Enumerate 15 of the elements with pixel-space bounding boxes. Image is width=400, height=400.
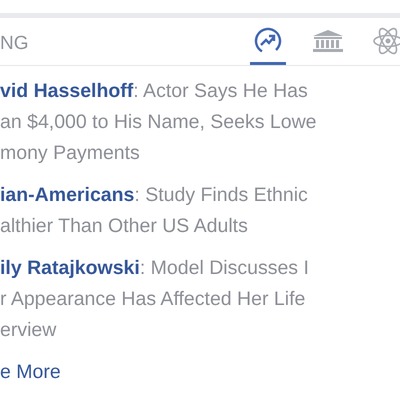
headline-line: vid Hasselhoff: Actor Says He Has [0,79,309,104]
topic-link[interactable]: vid Hasselhoff [0,80,134,102]
see-more-link[interactable]: e More [0,357,400,388]
headline-line: an $4,000 to His Name, Seeks Lowe [0,110,318,135]
headline-line: althier Than Other US Adults [0,214,249,239]
headline-line: r Appearance Has Affected Her Life [0,287,306,312]
building-icon [311,28,345,54]
headline-line: ily Ratajkowski: Model Discusses I [0,256,310,281]
topic-link[interactable]: ily Ratajkowski [0,257,140,279]
section-title: NG [0,34,28,53]
headline-line: mony Payments [0,141,141,166]
headline-line: ian-Americans: Study Finds Ethnic [0,183,309,208]
atom-icon [372,24,400,56]
headline-line: erview [0,318,58,343]
topic-link[interactable]: ian-Americans [0,184,134,206]
